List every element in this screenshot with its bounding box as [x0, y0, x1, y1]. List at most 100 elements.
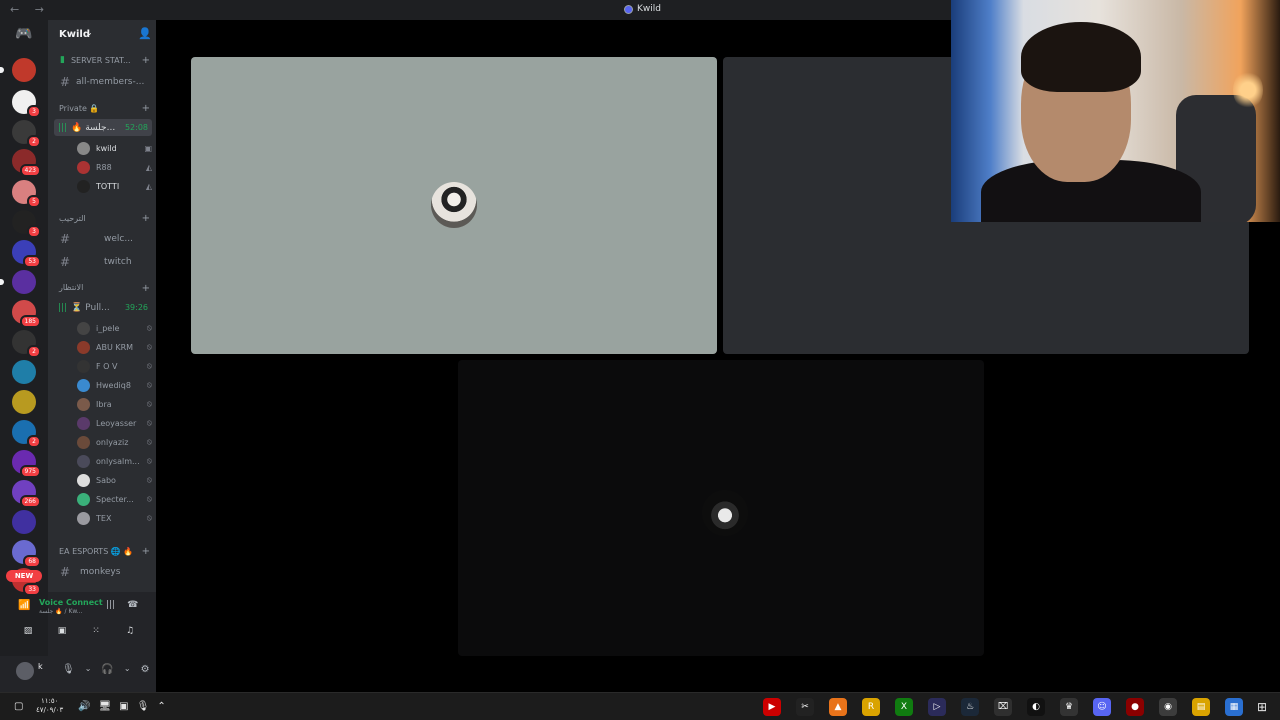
voice-member[interactable]: Leoyasser ⦸	[77, 415, 152, 431]
xbox-bar-app-icon[interactable]: ⌧	[994, 698, 1012, 716]
server-icon[interactable]: 423	[12, 149, 41, 177]
voice-member[interactable]: onlysalm... ⦸	[77, 453, 152, 469]
channel-welcome[interactable]: # welc...	[60, 232, 133, 246]
file-explorer-app-icon[interactable]: ▤	[1192, 698, 1210, 716]
category-private[interactable]: Private 🔒	[59, 104, 99, 113]
gear-icon[interactable]: ⚙	[141, 664, 150, 675]
channel-all-members[interactable]: # all-members-...	[60, 75, 144, 89]
server-icon[interactable]	[12, 390, 36, 414]
avatar	[77, 179, 90, 193]
server-icon[interactable]	[12, 360, 36, 384]
server-icon[interactable]: 975	[12, 450, 41, 478]
voice-member[interactable]: Ibra ⦸	[77, 396, 152, 412]
obs-app-icon[interactable]: ◐	[1027, 698, 1045, 716]
server-icon[interactable]: 2	[12, 420, 41, 448]
microphone-icon[interactable]: 🎙	[62, 664, 75, 675]
microphone-icon[interactable]: 🎙	[137, 701, 150, 712]
game-launcher-app-icon[interactable]: ♛	[1060, 698, 1078, 716]
voice-member[interactable]: TEX ⦸	[77, 510, 152, 526]
noise-suppression-icon[interactable]: |||	[106, 600, 115, 610]
youtube-app-icon[interactable]: ▶	[763, 698, 781, 716]
disconnect-icon[interactable]: ☎	[127, 600, 138, 610]
voice-member[interactable]: ABU KRM ⦸	[77, 339, 152, 355]
add-channel-icon[interactable]: +	[142, 55, 150, 66]
chevron-down-icon[interactable]: ⌄	[85, 664, 92, 675]
hash-icon: #	[60, 75, 71, 89]
chevron-up-icon[interactable]: ⌃	[157, 701, 165, 712]
xbox-app-icon[interactable]: X	[895, 698, 913, 716]
server-header[interactable]: Kwild ⌄ 👤	[48, 20, 156, 48]
discord-app-icon[interactable]: ☺	[1093, 698, 1111, 716]
add-channel-icon[interactable]: +	[142, 213, 150, 224]
voice-member[interactable]: R88 ◭	[77, 159, 152, 175]
channel-label: SERVER STAT...	[70, 55, 131, 65]
voice-channel-active[interactable]: ||| 🔥 جلسة... 52:08	[54, 119, 152, 136]
channel-twitch[interactable]: # twitch	[60, 255, 132, 269]
windows-start-icon[interactable]: ⊞	[1257, 700, 1267, 714]
channel-server-stats[interactable]: ▮ SERVER STAT...	[60, 55, 131, 65]
rockstar-app-icon[interactable]: R	[862, 698, 880, 716]
participant-tile[interactable]	[458, 360, 984, 656]
server-icon[interactable]: 3	[12, 210, 41, 238]
server-icon[interactable]: 2	[12, 120, 41, 148]
headphones-icon[interactable]: 🎧	[101, 664, 113, 675]
server-icon[interactable]: 3	[12, 90, 41, 118]
avatar[interactable]	[16, 662, 34, 680]
deafened-icon: ⦸	[146, 513, 152, 522]
add-channel-icon[interactable]: +	[142, 546, 150, 557]
camera-off-icon[interactable]: ▨	[20, 626, 36, 642]
back-forward-nav[interactable]: ← →	[10, 3, 50, 16]
server-icon[interactable]: 2	[12, 330, 41, 358]
webcam-overlay	[951, 0, 1280, 222]
recorder-app-icon[interactable]: ●	[1126, 698, 1144, 716]
voice-member[interactable]: kwild ▣	[77, 140, 152, 156]
discord-home-icon[interactable]: 🎮	[12, 26, 36, 44]
screen-share-icon[interactable]: ▣	[54, 626, 70, 642]
category-waiting[interactable]: الانتظار	[59, 283, 83, 292]
store-app-icon[interactable]: ▦	[1225, 698, 1243, 716]
add-channel-icon[interactable]: +	[142, 103, 150, 114]
voice-member[interactable]: onlyaziz ⦸	[77, 434, 152, 450]
steam-app-icon[interactable]: ♨	[961, 698, 979, 716]
participant-tile[interactable]	[191, 57, 717, 354]
category-welcome[interactable]: الترحيب	[59, 214, 86, 223]
mention-badge: 2	[27, 435, 41, 448]
invite-people-icon[interactable]: 👤	[138, 27, 152, 40]
soundboard-icon[interactable]: ♫	[122, 626, 138, 642]
capcut-app-icon[interactable]: ✂	[796, 698, 814, 716]
notification-icon[interactable]: ▢	[14, 701, 23, 712]
vlc-app-icon[interactable]: ▲	[829, 698, 847, 716]
server-icon[interactable]	[0, 270, 36, 294]
channel-monkeys[interactable]: # monkeys	[60, 565, 120, 579]
player-app-icon[interactable]: ▷	[928, 698, 946, 716]
voice-member[interactable]: F O V ⦸	[77, 358, 152, 374]
server-icon[interactable]: 53	[12, 240, 41, 268]
volume-icon[interactable]: 🔊	[78, 701, 90, 712]
screen-record-icon[interactable]: ▣	[119, 701, 128, 712]
chevron-down-icon[interactable]: ⌄	[124, 664, 131, 675]
server-icon[interactable]: 266	[12, 480, 41, 508]
activities-icon[interactable]: ⁙	[88, 626, 104, 642]
server-icon[interactable]	[12, 510, 36, 534]
voice-member[interactable]: i_pele ⦸	[77, 320, 152, 336]
voice-location[interactable]: جلسة 🔥 / Kw...	[39, 608, 83, 615]
clock[interactable]: ١١:٥٠ ٤٧/٠٩/٠٣	[36, 697, 63, 715]
server-icon[interactable]: 68	[12, 540, 41, 568]
server-icon[interactable]	[0, 58, 36, 82]
voice-member[interactable]: TOTTI ◭	[77, 178, 152, 194]
voice-member[interactable]: Hwediq8 ⦸	[77, 377, 152, 393]
server-icon[interactable]: 5	[12, 180, 41, 208]
server-icon[interactable]: 185	[12, 300, 41, 328]
member-name: onlysalm...	[96, 456, 140, 466]
chrome-app-icon[interactable]: ◉	[1159, 698, 1177, 716]
add-channel-icon[interactable]: +	[142, 283, 150, 294]
new-unreads-badge[interactable]: NEW	[6, 570, 42, 582]
voice-controls: ||| ☎	[106, 600, 138, 610]
avatar	[77, 378, 90, 392]
voice-channel-pull[interactable]: ||| ⏳ Pull... 39:26	[54, 299, 152, 316]
voice-member[interactable]: Specter... ⦸	[77, 491, 152, 507]
category-ea-esports[interactable]: EA ESPORTS 🌐 🔥	[59, 547, 133, 556]
voice-member[interactable]: Sabo ⦸	[77, 472, 152, 488]
network-icon[interactable]: 🖥	[98, 701, 111, 712]
voice-connected-status[interactable]: Voice Connect	[39, 598, 103, 607]
